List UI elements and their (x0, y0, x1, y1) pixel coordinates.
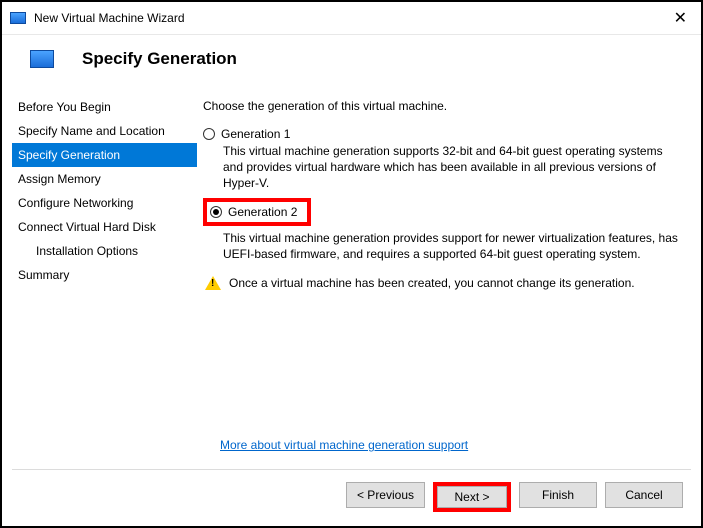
sidebar-item-specify-name-location[interactable]: Specify Name and Location (12, 119, 197, 143)
warning-text: Once a virtual machine has been created,… (229, 276, 635, 290)
sidebar-item-assign-memory[interactable]: Assign Memory (12, 167, 197, 191)
app-icon (10, 12, 26, 24)
window-title: New Virtual Machine Wizard (34, 11, 668, 25)
warning-icon (205, 276, 221, 290)
cancel-button[interactable]: Cancel (605, 482, 683, 508)
sidebar-item-before-you-begin[interactable]: Before You Begin (12, 95, 197, 119)
desc-generation-2: This virtual machine generation provides… (203, 230, 681, 262)
highlight-next: Next > (433, 482, 511, 512)
desc-generation-1: This virtual machine generation supports… (203, 143, 681, 192)
previous-button[interactable]: < Previous (346, 482, 425, 508)
content-area: Choose the generation of this virtual ma… (197, 95, 701, 463)
sidebar-item-configure-networking[interactable]: Configure Networking (12, 191, 197, 215)
header-icon (30, 50, 54, 68)
page-header: Specify Generation (2, 35, 701, 83)
label-generation-1[interactable]: Generation 1 (221, 127, 290, 141)
sidebar: Before You Begin Specify Name and Locati… (2, 95, 197, 463)
sidebar-item-specify-generation[interactable]: Specify Generation (12, 143, 197, 167)
next-button[interactable]: Next > (437, 486, 507, 508)
sidebar-item-installation-options[interactable]: Installation Options (12, 239, 197, 263)
sidebar-item-connect-vhd[interactable]: Connect Virtual Hard Disk (12, 215, 197, 239)
radio-generation-1[interactable] (203, 128, 215, 140)
finish-button[interactable]: Finish (519, 482, 597, 508)
highlight-generation-2: Generation 2 (203, 198, 311, 226)
titlebar: New Virtual Machine Wizard ✕ (2, 2, 701, 35)
option-generation-2: Generation 2 This virtual machine genera… (203, 198, 681, 262)
close-icon[interactable]: ✕ (668, 8, 693, 28)
label-generation-2[interactable]: Generation 2 (228, 205, 297, 219)
footer-divider (12, 469, 691, 470)
page-title: Specify Generation (82, 49, 237, 69)
option-generation-1: Generation 1 This virtual machine genera… (203, 125, 681, 192)
intro-text: Choose the generation of this virtual ma… (203, 95, 681, 125)
warning-row: Once a virtual machine has been created,… (203, 276, 681, 290)
radio-generation-2[interactable] (210, 206, 222, 218)
sidebar-item-summary[interactable]: Summary (12, 263, 197, 287)
link-more-about[interactable]: More about virtual machine generation su… (220, 438, 468, 452)
footer-buttons: < Previous Next > Finish Cancel (346, 482, 683, 512)
